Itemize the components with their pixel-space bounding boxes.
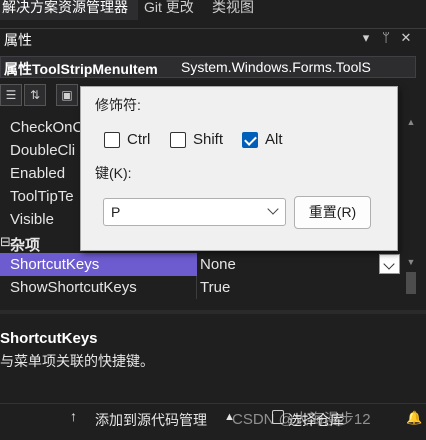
property-name: ShortcutKeys [10, 256, 100, 273]
scroll-up-icon[interactable]: ▲ [404, 116, 418, 128]
tab-solution-explorer[interactable]: 解决方案资源管理器 [0, 0, 138, 20]
tab-class-view[interactable]: 类视图 [212, 0, 254, 20]
watermark: CSDN @大海漫步12 [232, 411, 371, 428]
ctrl-label[interactable]: Ctrl [127, 131, 150, 148]
modifiers-label: 修饰符: [95, 97, 141, 113]
object-name: 属性ToolStripMenuItem [4, 61, 158, 77]
add-to-source-control[interactable]: 添加到源代码管理 [95, 410, 207, 430]
description-divider[interactable] [0, 310, 426, 314]
property-value: True [200, 279, 231, 296]
property-name: ShowShortcutKeys [10, 279, 137, 296]
description-title: ShortcutKeys [0, 330, 98, 347]
alt-label[interactable]: Alt [265, 131, 283, 148]
property-name: CheckOnC [10, 119, 84, 136]
value-dropdown-button[interactable] [379, 254, 400, 274]
pin-icon[interactable]: ᛘ [378, 30, 394, 46]
property-name: ToolTipTe [10, 188, 74, 205]
scroll-down-icon[interactable]: ▼ [404, 256, 418, 268]
column-separator [196, 276, 197, 299]
chevron-down-icon [383, 258, 395, 270]
dropdown-arrow-icon[interactable]: ▾ [358, 30, 374, 46]
key-label: 键(K): [95, 165, 132, 181]
tab-git-changes[interactable]: Git 更改 [144, 0, 194, 20]
property-name: Visible [10, 211, 54, 228]
arrow-up-icon[interactable]: ↑ [70, 408, 84, 424]
reset-button[interactable]: 重置(R) [294, 196, 371, 229]
properties-window-title: 属性 [4, 32, 32, 48]
alt-checkbox[interactable] [242, 132, 258, 148]
scrollbar-thumb[interactable] [406, 272, 416, 294]
close-icon[interactable]: ✕ [398, 30, 414, 46]
property-name: Enabled [10, 165, 66, 182]
description-text: 与菜单项关联的快捷键。 [0, 353, 154, 369]
property-name: DoubleCli [10, 142, 76, 159]
key-value: P [111, 204, 121, 220]
shift-checkbox[interactable] [170, 132, 186, 148]
object-type: System.Windows.Forms.ToolS [181, 59, 371, 75]
grid-row-shortcut-keys[interactable]: ShortcutKeys None [0, 253, 404, 276]
grid-row-show-shortcut-keys[interactable]: ShowShortcutKeys True [0, 276, 404, 299]
alphabetical-icon[interactable]: ⇅ [24, 84, 46, 106]
key-select[interactable] [103, 198, 286, 226]
properties-icon[interactable]: ▣ [56, 84, 78, 106]
property-value: None [200, 256, 236, 273]
ctrl-checkbox[interactable] [104, 132, 120, 148]
shift-label[interactable]: Shift [193, 131, 223, 148]
categorized-icon[interactable]: ☰ [0, 84, 22, 106]
notification-bell-icon[interactable]: 🔔 [406, 410, 422, 426]
category-label: 杂项 [10, 237, 41, 254]
